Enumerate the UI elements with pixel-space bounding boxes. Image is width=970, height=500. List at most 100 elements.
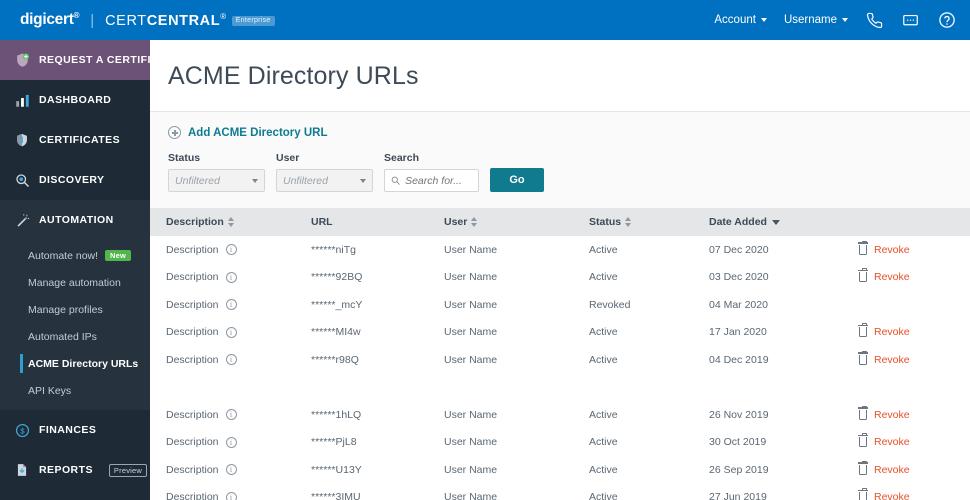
cell-url [295, 373, 428, 401]
revoke-label: Revoke [874, 353, 910, 366]
sidebar-nav: REQUEST A CERTIFICATE DASHBOARD CERTIFIC… [0, 40, 150, 500]
sidebar-subitem-manage-automation[interactable]: Manage automation [0, 269, 150, 296]
revoke-label: Revoke [874, 491, 910, 500]
brand-logo[interactable]: digicert® | CERTCENTRAL® Enterprise [20, 11, 275, 29]
info-icon[interactable]: i [225, 299, 237, 311]
info-icon[interactable]: i [225, 326, 237, 338]
table-row: Description i ******r98Q User Name Active 04 … [150, 346, 970, 374]
sidebar-item-account[interactable]: ACCOUNT [0, 490, 150, 500]
cell-user: User Name [428, 346, 573, 374]
sidebar-item-automation[interactable]: AUTOMATION [0, 200, 150, 240]
sidebar-item-finances[interactable]: $ FINANCES [0, 410, 150, 450]
sort-icon [227, 217, 235, 228]
cell-status: Active [573, 346, 693, 374]
account-menu[interactable]: Account [714, 14, 767, 26]
sidebar-item-reports[interactable]: REPORTS Preview [0, 450, 150, 490]
table-row: Description i ******niTg User Name Active 07 … [150, 236, 970, 264]
cell-status: Active [573, 318, 693, 346]
cell-url: ******U13Y [295, 456, 428, 484]
description-text: Description [166, 298, 219, 311]
revoke-button[interactable]: Revoke [857, 488, 970, 500]
table-row: Description i ******PjL8 User Name Active 30 … [150, 428, 970, 456]
sidebar-subitem-automate-now[interactable]: Automate now! New [0, 242, 150, 269]
username-menu[interactable]: Username [784, 14, 848, 26]
cell-actions: Revoke [843, 263, 970, 291]
sidebar-subitem-manage-profiles[interactable]: Manage profiles [0, 296, 150, 323]
description-wrapper: Description i [166, 244, 295, 256]
description-text: Description [166, 243, 219, 256]
cell-actions: Revoke [843, 401, 970, 429]
revoke-button[interactable]: Revoke [857, 350, 970, 366]
account-menu-label: Account [714, 14, 756, 26]
user-filter-group: User Unfiltered [276, 152, 373, 192]
status-filter-value: Unfiltered [175, 174, 220, 187]
search-input[interactable] [405, 174, 472, 187]
info-icon[interactable]: i [225, 436, 237, 448]
chat-icon[interactable] [901, 11, 920, 30]
description-text: Description [166, 326, 219, 339]
cell-user: User Name [428, 318, 573, 346]
info-icon[interactable]: i [225, 491, 237, 500]
revoke-button[interactable]: Revoke [857, 323, 970, 338]
cell-description: Description i [150, 263, 295, 291]
cell-date-added [693, 373, 843, 401]
cell-user [428, 373, 573, 401]
cell-date-added: 26 Nov 2019 [693, 401, 843, 429]
brand-digicert: digicert® [20, 10, 80, 29]
info-icon[interactable]: i [225, 354, 237, 366]
sidebar-subitem-acme-directory-urls[interactable]: ACME Directory URLs [0, 350, 150, 377]
revoke-button[interactable]: Revoke [857, 405, 970, 421]
sidebar-item-dashboard[interactable]: DASHBOARD [0, 80, 150, 120]
revoke-button[interactable]: Revoke [857, 433, 970, 448]
cell-user: User Name [428, 401, 573, 429]
svg-text:$: $ [20, 426, 25, 435]
cell-status: Active [573, 456, 693, 484]
cell-description: Description i [150, 318, 295, 346]
info-icon[interactable]: i [225, 244, 237, 256]
user-filter-label: User [276, 152, 300, 164]
sort-icon [625, 217, 632, 228]
go-button[interactable]: Go [490, 168, 544, 192]
sidebar-item-certificates[interactable]: CERTIFICATES [0, 120, 150, 160]
trash-icon [857, 323, 869, 338]
column-header-date-added[interactable]: Date Added [693, 208, 843, 236]
cell-actions: Revoke [843, 346, 970, 374]
cell-actions [843, 291, 970, 319]
table-head: Description URL User Status Date Added [150, 208, 970, 236]
automation-submenu: Automate now! New Manage automation Mana… [0, 240, 150, 410]
sidebar-subitem-automated-ips[interactable]: Automated IPs [0, 323, 150, 350]
help-icon[interactable] [937, 11, 956, 30]
sidebar-subitem-label: API Keys [28, 384, 72, 397]
revoke-label: Revoke [874, 243, 910, 256]
revoke-button[interactable]: Revoke [857, 268, 970, 283]
revoke-button[interactable]: Revoke [857, 460, 970, 476]
sidebar-item-request-a-certificate[interactable]: REQUEST A CERTIFICATE [0, 40, 150, 80]
info-icon[interactable]: i [225, 464, 237, 476]
user-filter-select[interactable]: Unfiltered [276, 169, 373, 192]
trash-icon [857, 488, 869, 500]
cell-actions: Revoke [843, 236, 970, 264]
sidebar-item-label: CERTIFICATES [39, 134, 121, 146]
cell-date-added: 26 Sep 2019 [693, 456, 843, 484]
revoke-button[interactable]: Revoke [857, 240, 970, 256]
sidebar-subitem-label: Manage profiles [28, 303, 103, 316]
cell-status: Active [573, 263, 693, 291]
column-header-status[interactable]: Status [573, 208, 693, 236]
column-header-user[interactable]: User [428, 208, 573, 236]
description-wrapper: Description i [166, 354, 295, 366]
top-header-bar: digicert® | CERTCENTRAL® Enterprise Accou… [0, 0, 970, 40]
revoke-label: Revoke [874, 408, 910, 421]
description-wrapper: Description i [166, 491, 295, 500]
info-icon[interactable]: i [225, 409, 237, 421]
sidebar-item-discovery[interactable]: DISCOVERY [0, 160, 150, 200]
search-field-wrapper[interactable] [384, 169, 479, 192]
sidebar-subitem-api-keys[interactable]: API Keys [0, 377, 150, 404]
cell-status: Active [573, 483, 693, 500]
add-acme-directory-url-button[interactable]: Add ACME Directory URL [150, 126, 970, 139]
column-header-url: URL [295, 208, 428, 236]
phone-icon[interactable] [865, 11, 884, 30]
search-label: Search [384, 152, 420, 164]
info-icon[interactable]: i [225, 271, 237, 283]
status-filter-select[interactable]: Unfiltered [168, 169, 265, 192]
column-header-description[interactable]: Description [150, 208, 295, 236]
